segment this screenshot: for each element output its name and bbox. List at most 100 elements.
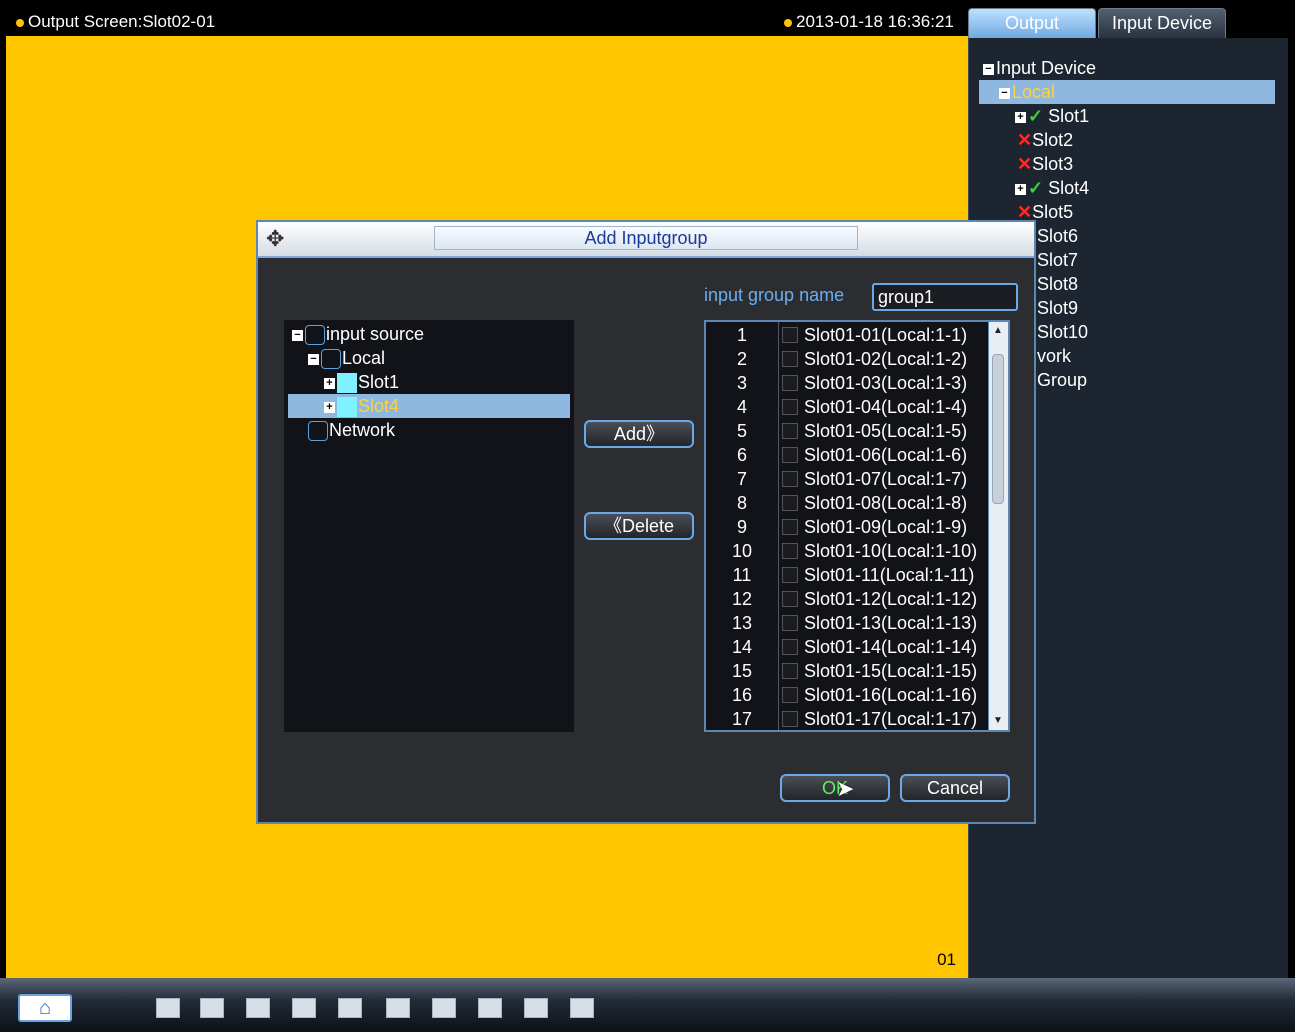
add-button[interactable]: Add》 — [584, 420, 694, 448]
cancel-button[interactable]: Cancel — [900, 774, 1010, 802]
row-number: 1 — [736, 325, 747, 345]
row-checkbox[interactable] — [782, 639, 798, 655]
screen-one-icon[interactable] — [432, 998, 456, 1018]
row-checkbox[interactable] — [782, 711, 798, 727]
tree-item-slot7[interactable]: Slot7 — [1037, 248, 1078, 272]
row-checkbox[interactable] — [782, 567, 798, 583]
expand-icon[interactable]: + — [1015, 111, 1026, 123]
row-checkbox[interactable] — [782, 687, 798, 703]
list-item[interactable]: 1 Slot01-01(Local:1-1) — [706, 323, 988, 347]
checkbox[interactable] — [321, 349, 341, 370]
checkbox[interactable] — [308, 421, 328, 442]
list-item[interactable]: 13 Slot01-13(Local:1-13) — [706, 611, 988, 635]
group-label: Group — [1037, 370, 1088, 390]
tree-item-slot1[interactable]: + ✓ Slot1 — [1015, 104, 1089, 128]
group-name-input[interactable] — [872, 283, 1018, 311]
collapse-icon[interactable]: − — [308, 353, 319, 365]
list-item[interactable]: 11 Slot01-11(Local:1-11) — [706, 563, 988, 587]
multi-screen-icon-glyph — [386, 998, 410, 1018]
list-item[interactable]: 14 Slot01-14(Local:1-14) — [706, 635, 988, 659]
home-button[interactable]: ⌂ — [18, 994, 72, 1022]
checkbox[interactable] — [305, 325, 325, 346]
list-item[interactable]: 2 Slot01-02(Local:1-2) — [706, 347, 988, 371]
row-checkbox[interactable] — [782, 471, 798, 487]
check-icon: ✓ — [1028, 178, 1044, 198]
scroll-thumb[interactable] — [992, 354, 1004, 504]
list-item[interactable]: 16 Slot01-16(Local:1-16) — [706, 683, 988, 707]
dialog-header[interactable]: ✥ Add Inputgroup — [258, 222, 1034, 256]
expand-icon[interactable]: + — [324, 377, 335, 389]
settings-view-icon[interactable] — [570, 998, 594, 1018]
row-checkbox[interactable] — [782, 375, 798, 391]
list-item[interactable]: 12 Slot01-12(Local:1-12) — [706, 587, 988, 611]
tree-item-slot9[interactable]: Slot9 — [1037, 296, 1078, 320]
list-item[interactable]: 6 Slot01-06(Local:1-6) — [706, 443, 988, 467]
quad-view-icon-glyph — [200, 998, 224, 1018]
row-checkbox[interactable] — [782, 615, 798, 631]
tree-item-network[interactable]: vork — [1037, 344, 1071, 368]
list-item[interactable]: 8 Slot01-08(Local:1-8) — [706, 491, 988, 515]
tree-item-slot8[interactable]: Slot8 — [1037, 272, 1078, 296]
expand-icon[interactable]: + — [324, 401, 335, 413]
row-checkbox[interactable] — [782, 519, 798, 535]
row-checkbox[interactable] — [782, 543, 798, 559]
list-scrollbar[interactable]: ▲ ▼ — [988, 322, 1008, 730]
slot-label: Slot6 — [1037, 226, 1079, 246]
input-channel-list[interactable]: 1 Slot01-01(Local:1-1) 2 Slot01-02(Local:1-… — [704, 320, 1010, 732]
screen-four-icon[interactable] — [478, 998, 502, 1018]
list-item[interactable]: 3 Slot01-03(Local:1-3) — [706, 371, 988, 395]
row-number: 12 — [731, 589, 753, 609]
tree-item-local[interactable]: − Local — [979, 80, 1275, 104]
collapse-icon[interactable]: − — [292, 329, 303, 341]
row-checkbox[interactable] — [782, 327, 798, 343]
row-checkbox[interactable] — [782, 495, 798, 511]
list-item[interactable]: 15 Slot01-15(Local:1-15) — [706, 659, 988, 683]
tree-item-network[interactable]: Network — [308, 418, 395, 442]
nine-view-icon[interactable] — [292, 998, 316, 1018]
sixteen-view-icon[interactable] — [338, 998, 362, 1018]
delete-button[interactable]: 《Delete — [584, 512, 694, 540]
tree-item-slot1[interactable]: + Slot1 — [324, 370, 399, 394]
expand-icon[interactable]: + — [1015, 183, 1026, 195]
tab-output-device[interactable]: Output Device — [968, 8, 1096, 61]
row-checkbox[interactable] — [782, 663, 798, 679]
row-number: 2 — [736, 349, 747, 369]
tree-root-input-source[interactable]: − input source — [292, 322, 424, 346]
tree-item-slot10[interactable]: Slot10 — [1037, 320, 1088, 344]
tree-item-slot3[interactable]: ✕Slot3 — [1017, 152, 1073, 176]
scroll-down-icon[interactable]: ▼ — [991, 714, 1005, 728]
tree-item-slot4[interactable]: + Slot4 — [288, 394, 570, 418]
six-view-icon[interactable] — [246, 998, 270, 1018]
tree-root-input-device[interactable]: − Input Device — [983, 56, 1096, 80]
scroll-up-icon[interactable]: ▲ — [991, 324, 1005, 338]
list-item[interactable]: 17 Slot01-17(Local:1-17) — [706, 707, 988, 730]
row-checkbox[interactable] — [782, 423, 798, 439]
top-status-bar: Output Screen:Slot02-01 2013-01-18 16:36… — [6, 8, 1288, 61]
favorite-icon[interactable] — [524, 998, 548, 1018]
row-checkbox[interactable] — [782, 591, 798, 607]
tab-input-device[interactable]: Input Device — [1098, 8, 1226, 38]
row-checkbox[interactable] — [782, 351, 798, 367]
row-checkbox[interactable] — [782, 447, 798, 463]
checkbox[interactable] — [337, 397, 357, 418]
ok-button[interactable]: OK — [780, 774, 890, 802]
list-item[interactable]: 10 Slot01-10(Local:1-10) — [706, 539, 988, 563]
tree-item-group[interactable]: Group — [1037, 368, 1087, 392]
list-item[interactable]: 7 Slot01-07(Local:1-7) — [706, 467, 988, 491]
tree-item-slot4[interactable]: + ✓ Slot4 — [1015, 176, 1089, 200]
tree-item-slot2[interactable]: ✕Slot2 — [1017, 128, 1073, 152]
list-item[interactable]: 5 Slot01-05(Local:1-5) — [706, 419, 988, 443]
tree-item-slot6[interactable]: Slot6 — [1037, 224, 1078, 248]
multi-screen-icon[interactable] — [386, 998, 410, 1018]
tree-item-local[interactable]: − Local — [308, 346, 385, 370]
six-view-icon-glyph — [246, 998, 270, 1018]
collapse-icon[interactable]: − — [983, 63, 994, 75]
sixteen-view-icon-glyph — [338, 998, 362, 1018]
list-item[interactable]: 4 Slot01-04(Local:1-4) — [706, 395, 988, 419]
row-checkbox[interactable] — [782, 399, 798, 415]
quad-view-icon[interactable] — [200, 998, 224, 1018]
list-item[interactable]: 9 Slot01-09(Local:1-9) — [706, 515, 988, 539]
single-view-icon[interactable] — [156, 998, 180, 1018]
checkbox[interactable] — [337, 373, 357, 394]
collapse-icon[interactable]: − — [999, 87, 1010, 99]
